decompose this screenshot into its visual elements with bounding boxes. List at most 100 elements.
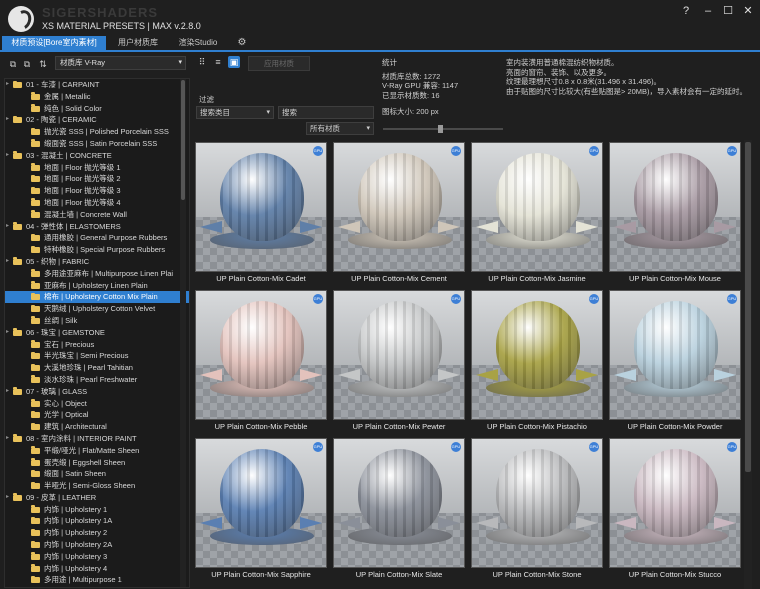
tree-category[interactable]: ▸ 08 - 室内涂料 | INTERIOR PAINT [5, 433, 189, 445]
expand-arrow-icon[interactable]: ▸ [6, 221, 12, 233]
material-thumbnail[interactable]: GPU [609, 142, 741, 272]
tree-item[interactable]: 地面 | Floor 抛光等级 1 [5, 162, 189, 174]
material-card[interactable]: GPU UP Plain Cotton-Mix Jasmine [470, 140, 604, 286]
tree-category[interactable]: ▸ 04 - 弹性体 | ELASTOMERS [5, 221, 189, 233]
material-card[interactable]: GPU UP Plain Cotton-Mix Sapphire [194, 436, 328, 582]
thumbnail-view-icon[interactable]: ▣ [228, 56, 240, 68]
material-card[interactable]: GPU UP Plain Cotton-Mix Cadet [194, 140, 328, 286]
tree-item[interactable]: 内饰 | Upholstery 1 [5, 504, 189, 516]
tree-item[interactable]: 蛋壳缎 | Eggshell Sheen [5, 457, 189, 469]
material-card[interactable]: GPU UP Plain Cotton-Mix Pewter [332, 288, 466, 434]
material-thumbnail[interactable]: GPU [195, 290, 327, 420]
tab-material-presets[interactable]: 材质预设[Bore室内素材] [2, 36, 106, 50]
expand-arrow-icon[interactable]: ▸ [6, 327, 12, 339]
material-card[interactable]: GPU UP Plain Cotton-Mix Stucco [608, 436, 742, 582]
sort-icon[interactable]: ⇅ [38, 59, 48, 69]
expand-arrow-icon[interactable]: ▸ [6, 79, 12, 91]
tree-item[interactable]: 棉布 | Upholstery Cotton Mix Plain [5, 291, 189, 304]
tree-item[interactable]: 地面 | Floor 抛光等级 3 [5, 185, 189, 197]
search-input[interactable]: 搜索 [278, 106, 374, 119]
material-type-select[interactable]: 所有材质 ▾ [306, 122, 374, 135]
tree-item[interactable]: 亚麻布 | Upholstery Linen Plain [5, 280, 189, 292]
material-thumbnail[interactable]: GPU [609, 290, 741, 420]
tree-item[interactable]: 平缎/哑光 | Flat/Matte Sheen [5, 445, 189, 457]
material-thumbnail[interactable]: GPU [333, 438, 465, 568]
tree-item[interactable]: 通用橡胶 | General Purpose Rubbers [5, 232, 189, 244]
tree-item[interactable]: 内饰 | Upholstery 2 [5, 527, 189, 539]
apply-material-button[interactable]: 应用材质 [248, 56, 310, 71]
expand-arrow-icon[interactable]: ▸ [6, 114, 12, 126]
tree-item[interactable]: 纯色 | Solid Color [5, 103, 189, 115]
expand-arrow-icon[interactable]: ▸ [6, 492, 12, 504]
material-thumbnail[interactable]: GPU [609, 438, 741, 568]
tree-item[interactable]: 半哑光 | Semi-Gloss Sheen [5, 480, 189, 492]
tree-item[interactable]: 缎面瓷 SSS | Satin Porcelain SSS [5, 138, 189, 150]
list-view-icon[interactable]: ≡ [212, 56, 224, 68]
expand-arrow-icon[interactable]: ▸ [6, 150, 12, 162]
tree-category[interactable]: ▸ 09 - 皮革 | LEATHER [5, 492, 189, 504]
tree-category[interactable]: ▸ 06 - 珠宝 | GEMSTONE [5, 327, 189, 339]
tree-item[interactable]: 内饰 | Upholstery 1A [5, 515, 189, 527]
tab-render-studio[interactable]: 渲染Studio [170, 36, 226, 50]
expand-arrow-icon[interactable]: ▸ [6, 433, 12, 445]
close-button[interactable]: ✕ [738, 4, 758, 18]
material-card[interactable]: GPU UP Plain Cotton-Mix Slate [332, 436, 466, 582]
tree-item[interactable]: 多用途 | Multipurpose 1 [5, 574, 189, 586]
material-card[interactable]: GPU UP Plain Cotton-Mix Pistachio [470, 288, 604, 434]
icon-size-slider[interactable] [383, 128, 503, 130]
expand-arrow-icon[interactable]: ▸ [6, 256, 12, 268]
tree-item[interactable]: 抛光瓷 SSS | Polished Porcelain SSS [5, 126, 189, 138]
tree-item[interactable]: 淡水珍珠 | Pearl Freshwater [5, 374, 189, 386]
tree-category[interactable]: ▸ 01 - 车漆 | CARPAINT [5, 79, 189, 91]
tree-item[interactable]: 半光珠宝 | Semi Precious [5, 350, 189, 362]
grid-scrollbar-thumb[interactable] [745, 142, 751, 472]
material-card[interactable]: GPU UP Plain Cotton-Mix Cement [332, 140, 466, 286]
tree-label: 天鹅绒 | Upholstery Cotton Velvet [44, 304, 156, 314]
tree-item[interactable]: 混凝土墙 | Concrete Wall [5, 209, 189, 221]
tree-item[interactable]: 特种橡胶 | Special Purpose Rubbers [5, 244, 189, 256]
tree-item[interactable]: 光学 | Optical [5, 409, 189, 421]
tree-item[interactable]: 天鹅绒 | Upholstery Cotton Velvet [5, 303, 189, 315]
tree-item[interactable]: 宝石 | Precious [5, 339, 189, 351]
material-card[interactable]: GPU UP Plain Cotton-Mix Pebble [194, 288, 328, 434]
tree-item[interactable]: 丝绸 | Silk [5, 315, 189, 327]
category-search-select[interactable]: 搜索类目 ▾ [196, 106, 274, 119]
maximize-button[interactable]: ☐ [718, 4, 738, 18]
tree-item[interactable]: 建筑 | Architectural [5, 421, 189, 433]
material-card[interactable]: GPU UP Plain Cotton-Mix Mouse [608, 140, 742, 286]
tree-item[interactable]: 内饰 | Upholstery 4 [5, 563, 189, 575]
tree-category[interactable]: ▸ 05 - 织物 | FABRIC [5, 256, 189, 268]
tree-item[interactable]: 内饰 | Upholstery 2A [5, 539, 189, 551]
grid-view-icon[interactable]: ⠿ [196, 56, 208, 68]
tree-scrollbar-thumb[interactable] [181, 80, 185, 200]
collapse-all-icon[interactable]: ⧉ [8, 59, 18, 69]
tree-item[interactable]: 地面 | Floor 抛光等级 2 [5, 173, 189, 185]
minimize-button[interactable]: – [698, 4, 718, 18]
material-thumbnail[interactable]: GPU [471, 290, 603, 420]
material-card[interactable]: GPU UP Plain Cotton-Mix Powder [608, 288, 742, 434]
tree-item[interactable]: 多用途亚麻布 | Multipurpose Linen Plai [5, 268, 189, 280]
material-thumbnail[interactable]: GPU [471, 142, 603, 272]
tree-category[interactable]: ▸ 03 - 混凝土 | CONCRETE [5, 150, 189, 162]
tree-item[interactable]: 缎面 | Satin Sheen [5, 468, 189, 480]
material-thumbnail[interactable]: GPU [333, 290, 465, 420]
tab-user-library[interactable]: 用户材质库 [110, 36, 166, 50]
tree-category[interactable]: ▸ 02 - 陶瓷 | CERAMIC [5, 114, 189, 126]
tree-category[interactable]: ▸ 07 - 玻璃 | GLASS [5, 386, 189, 398]
tree-item[interactable]: 金属 | Metallic [5, 91, 189, 103]
icon-size-slider-handle[interactable] [438, 125, 443, 133]
material-thumbnail[interactable]: GPU [195, 438, 327, 568]
library-select[interactable]: 材质库 V-Ray ▾ [55, 56, 186, 70]
tree-item[interactable]: 大溪地珍珠 | Pearl Tahitian [5, 362, 189, 374]
settings-gear-icon[interactable]: ⚙ [234, 36, 250, 50]
expand-arrow-icon[interactable]: ▸ [6, 386, 12, 398]
expand-all-icon[interactable]: ⧉ [22, 59, 32, 69]
tree-item[interactable]: 地面 | Floor 抛光等级 4 [5, 197, 189, 209]
material-card[interactable]: GPU UP Plain Cotton-Mix Stone [470, 436, 604, 582]
help-button[interactable]: ? [676, 4, 696, 18]
material-thumbnail[interactable]: GPU [333, 142, 465, 272]
tree-item[interactable]: 实心 | Object [5, 398, 189, 410]
tree-item[interactable]: 内饰 | Upholstery 3 [5, 551, 189, 563]
material-thumbnail[interactable]: GPU [195, 142, 327, 272]
material-thumbnail[interactable]: GPU [471, 438, 603, 568]
